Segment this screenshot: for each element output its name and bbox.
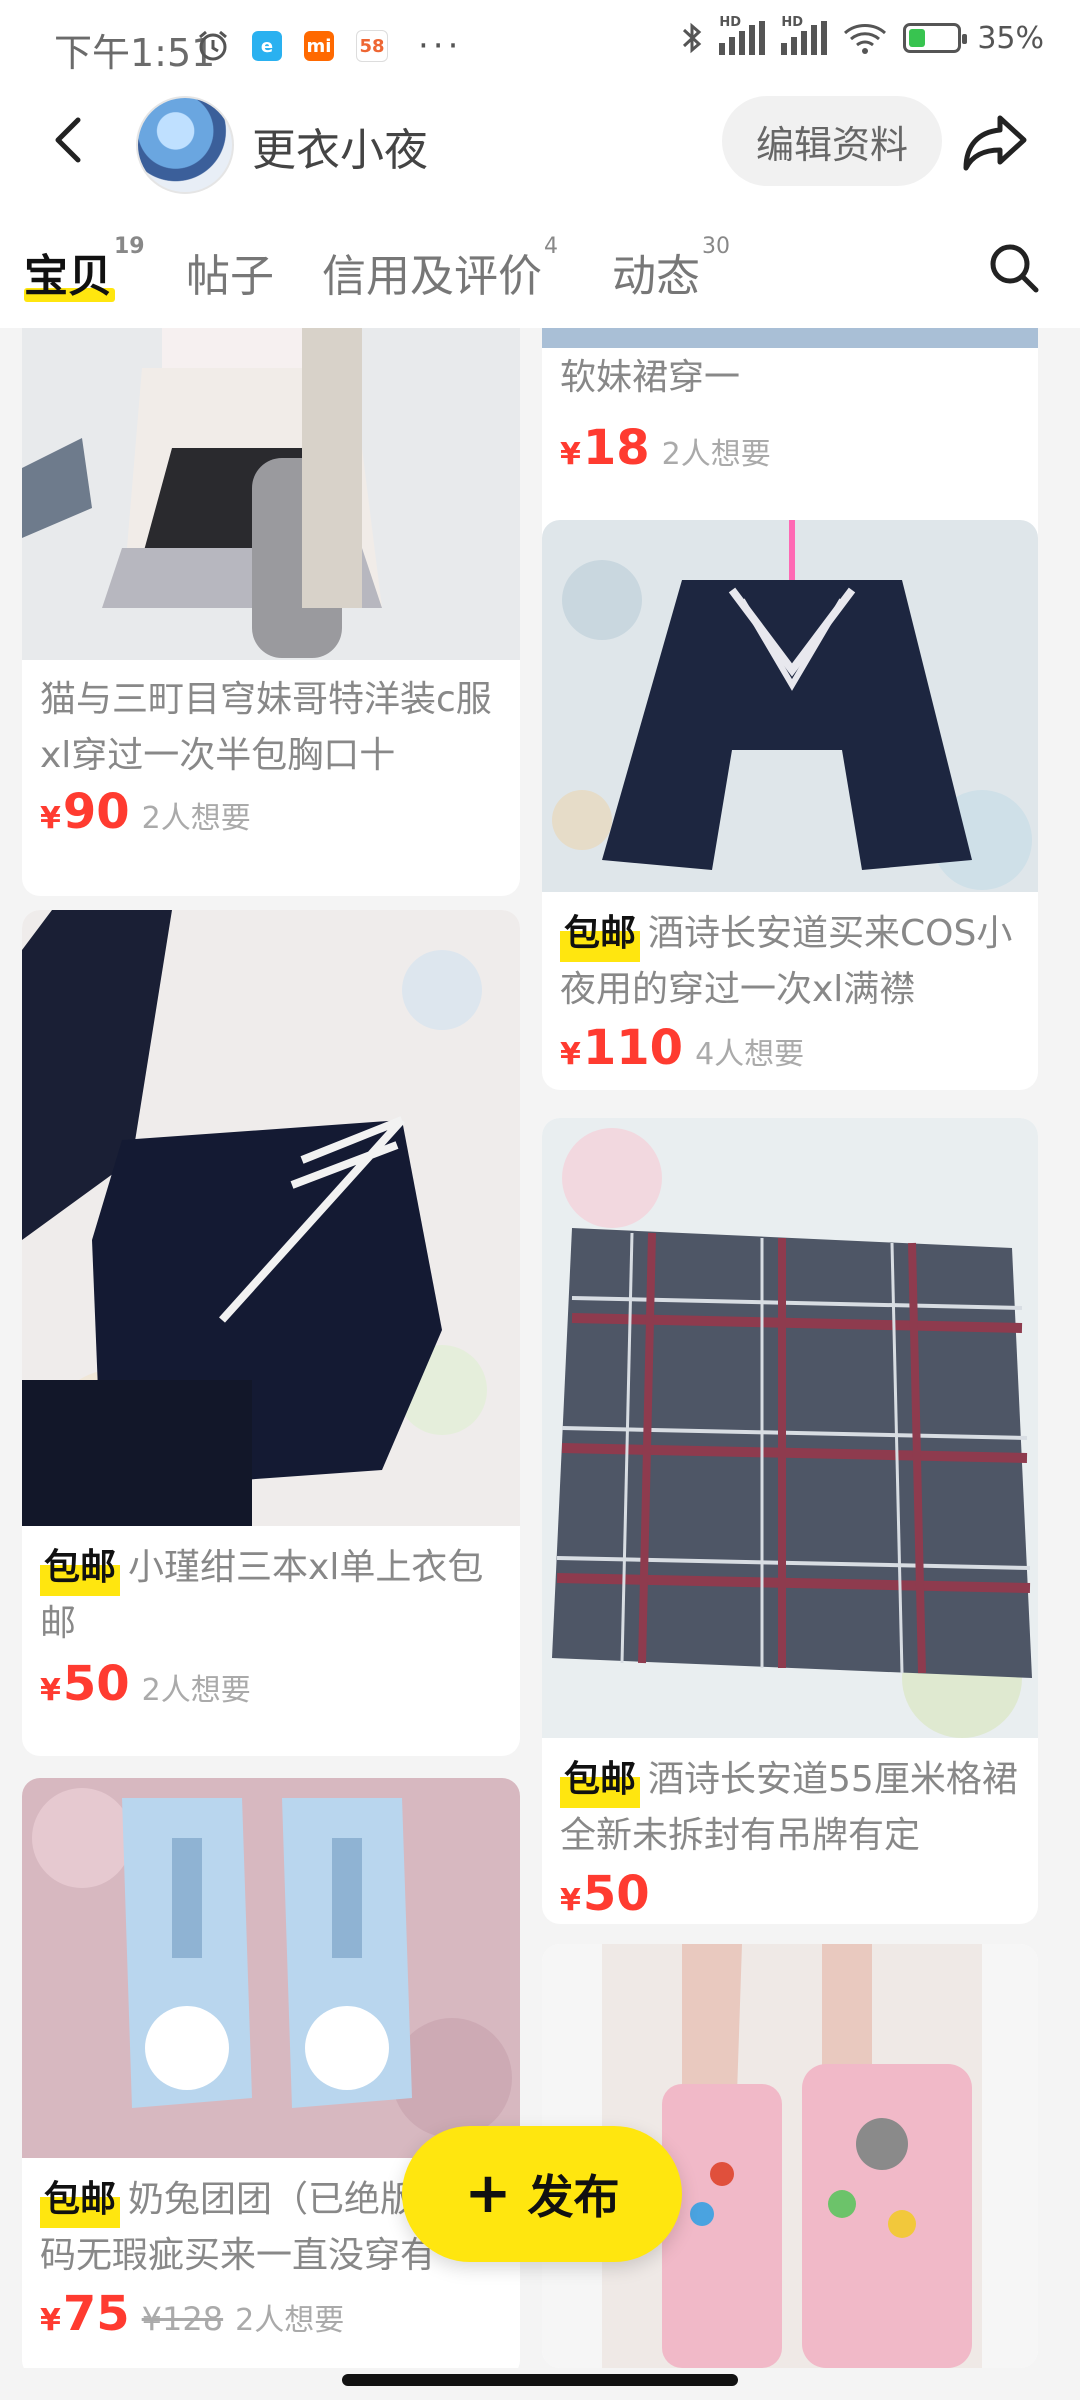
price: ¥18	[560, 420, 650, 476]
price-line: ¥50	[560, 1866, 650, 1922]
product-card[interactable]: 包邮 小瑾绀三本xl单上衣包邮 ¥50 2人想要	[22, 910, 520, 1756]
tab-bar: 宝贝19 帖子 信用及评价4 动态30	[0, 210, 1080, 328]
price: ¥75	[40, 2286, 130, 2342]
product-card[interactable]: 包邮 酒诗长安道买来COS小夜用的穿过一次xl满襟 ¥110 4人想要	[542, 520, 1038, 1090]
price: ¥50	[40, 1656, 130, 1712]
price-line: ¥110 4人想要	[560, 1020, 804, 1076]
tab-count: 19	[114, 234, 145, 259]
product-title: 软妹裙穿一	[560, 357, 741, 398]
tab-count: 4	[544, 234, 558, 259]
wants-count: 4人想要	[695, 1037, 805, 1072]
product-title: 包邮 酒诗长安道55厘米格裙全新未拆封有吊牌有定	[560, 1752, 1018, 1864]
signal-icon: HD	[719, 15, 766, 55]
tab-posts[interactable]: 帖子	[186, 240, 274, 304]
more-notifications: ···	[418, 26, 463, 66]
edit-profile-button[interactable]: 编辑资料	[722, 96, 942, 186]
product-image	[542, 1118, 1038, 1738]
product-title: 猫与三町目穹妹哥特洋装c服xl穿过一次半包胸口十	[40, 679, 492, 776]
signal-icon-2: HD	[781, 15, 828, 55]
product-image	[542, 520, 1038, 892]
price-line: ¥90 2人想要	[40, 784, 251, 840]
tab-label: 帖子	[186, 251, 274, 302]
publish-button[interactable]: + 发布	[402, 2126, 682, 2262]
tab-activity[interactable]: 动态30	[612, 234, 730, 304]
product-image	[22, 1778, 520, 2158]
publish-label: 发布	[527, 2170, 620, 2224]
product-image	[542, 328, 1038, 348]
status-bar: 下午1:51 e mi 58 ··· HD HD 35%	[0, 0, 1080, 90]
tab-label: 信用及评价	[322, 251, 542, 302]
free-shipping-badge: 包邮	[40, 2172, 121, 2228]
product-title: 包邮 酒诗长安道买来COS小夜用的穿过一次xl满襟	[560, 906, 1018, 1018]
search-icon[interactable]	[984, 238, 1044, 298]
header: 更衣小夜 编辑资料	[0, 90, 1080, 210]
original-price: ¥128	[141, 2300, 224, 2338]
plus-icon: +	[464, 2161, 512, 2226]
battery-icon	[903, 23, 968, 53]
shop-name: 更衣小夜	[252, 125, 428, 176]
avatar[interactable]	[136, 96, 234, 194]
price: ¥50	[560, 1866, 650, 1922]
back-icon[interactable]	[40, 110, 100, 170]
mi-icon: mi	[304, 31, 334, 61]
battery-percent: 35%	[977, 20, 1044, 56]
price-line: ¥50 2人想要	[40, 1656, 251, 1712]
product-title: 包邮 小瑾绀三本xl单上衣包邮	[40, 1540, 500, 1652]
tab-count: 30	[702, 234, 730, 259]
status-time: 下午1:51	[54, 31, 216, 75]
tab-label: 宝贝	[24, 251, 112, 302]
free-shipping-badge: 包邮	[560, 906, 641, 962]
product-card[interactable]: 猫与三町目穹妹哥特洋装c服xl穿过一次半包胸口十 ¥90 2人想要	[22, 328, 520, 896]
price: ¥110	[560, 1020, 684, 1076]
bluetooth-icon	[683, 22, 702, 54]
home-indicator[interactable]	[342, 2374, 738, 2386]
wants-count: 2人想要	[141, 801, 251, 836]
wants-count: 2人想要	[235, 2303, 345, 2338]
free-shipping-badge: 包邮	[560, 1752, 641, 1808]
price-line: ¥75 ¥128 2人想要	[40, 2286, 344, 2342]
tab-reviews[interactable]: 信用及评价4	[322, 234, 558, 304]
tab-label: 动态	[612, 251, 700, 302]
product-image	[22, 328, 520, 660]
price-line: ¥18 2人想要	[560, 420, 771, 476]
product-card[interactable]: 包邮 奶兔团团（已绝版）4码无瑕疵买来一直没穿有 ¥75 ¥128 2人想要	[22, 1778, 520, 2368]
free-shipping-badge: 包邮	[40, 1540, 121, 1596]
wants-count: 2人想要	[141, 1673, 251, 1708]
alarm-icon	[199, 30, 227, 61]
wifi-icon	[844, 24, 887, 54]
tab-items[interactable]: 宝贝19	[24, 234, 145, 304]
product-image	[22, 910, 520, 1526]
share-icon[interactable]	[960, 110, 1030, 174]
58-icon: 58	[356, 30, 388, 62]
product-card[interactable]: 包邮 酒诗长安道55厘米格裙全新未拆封有吊牌有定 ¥50	[542, 1118, 1038, 1924]
browser-icon: e	[252, 31, 282, 61]
product-grid: 猫与三町目穹妹哥特洋装c服xl穿过一次半包胸口十 ¥90 2人想要 包邮 小瑾绀三…	[0, 328, 1080, 2368]
price: ¥90	[40, 784, 130, 840]
wants-count: 2人想要	[661, 437, 771, 472]
